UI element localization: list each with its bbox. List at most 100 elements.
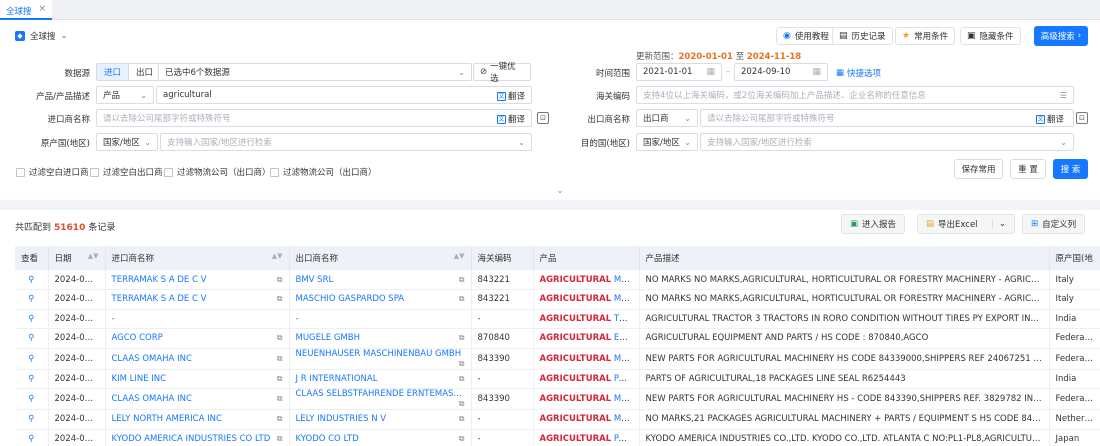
importer-cell[interactable]: CLAAS OMAHA INC ⧉ [105,348,290,370]
exporter-cell[interactable]: MASCHIO GASPARDO SPA ⧉ [289,289,472,310]
view-cell[interactable]: ⚲ [15,328,49,349]
copy-icon[interactable]: ⧉ [459,434,465,444]
table-row[interactable]: ⚲ 2024-09-10 KYODO AMERICA INDUSTRIES CO L… [15,429,1100,446]
destination-input[interactable]: 支持输入国家/地区进行检索 ⌄ [700,133,1074,151]
copy-icon[interactable]: ⧉ [277,374,283,384]
sort-icon[interactable]: ▲▼ [454,252,465,260]
one-click-button[interactable]: ⊘ 一键优选 [473,62,531,84]
datasource-select[interactable]: 已选中6个数据源 ⌄ [158,63,472,81]
view-cell[interactable]: ⚲ [15,369,49,389]
copy-icon[interactable]: ⧉ [459,275,465,285]
col-exporter[interactable]: 出口商名称 ▲▼ [289,246,472,270]
exporter-cell[interactable]: LELY INDUSTRIES N V ⧉ [289,409,472,430]
product-input[interactable]: agricultural [156,86,532,104]
table-row[interactable]: ⚲ 2024-09-10 TERRAMAK S A DE C V ⧉ MASCHIO G… [15,289,1100,310]
importer-name[interactable]: CLAAS OMAHA INC [112,354,192,364]
copy-icon[interactable]: ⧉ [277,354,283,364]
col-importer[interactable]: 进口商名称 ▲▼ [105,246,290,270]
exporter-cell[interactable]: - [289,309,472,329]
exporter-cell[interactable]: J R INTERNATIONAL ⧉ [289,369,472,389]
copy-icon[interactable]: ⧉ [277,434,283,444]
importer-cell[interactable]: TERRAMAK S A DE C V ⧉ [105,270,290,290]
importer-name[interactable]: - [112,314,115,324]
sort-icon[interactable]: ▲▼ [272,252,283,260]
importer-name[interactable]: CLAAS OMAHA INC [112,394,192,404]
exporter-cell[interactable]: MUGELE GMBH ⧉ [289,328,472,349]
importer-cell[interactable]: - [105,309,290,329]
search-button[interactable]: 搜 索 [1053,159,1088,179]
date-end-input[interactable]: 2024-09-10 ▦ [734,63,828,81]
history-button[interactable]: ▤ 历史记录 [832,27,893,45]
copy-icon[interactable]: ⧉ [459,333,465,343]
exporter-name[interactable]: BMV SRL [296,275,334,285]
view-cell[interactable]: ⚲ [15,388,49,410]
col-date[interactable]: 日期 ▲▼ [48,246,106,270]
filter-empty-importer-checkbox[interactable]: 过滤空白进口商 [16,166,89,178]
exporter-type-select[interactable]: 出口商 ⌄ [636,109,698,127]
advanced-search-button[interactable]: 高级搜索 › [1034,26,1088,46]
copy-icon[interactable]: ⧉ [459,399,465,409]
exporter-name[interactable]: - [296,314,299,324]
table-row[interactable]: ⚲ 2024-09-10 CLAAS OMAHA INC ⧉ NEUENHAUSER M… [15,348,1100,370]
view-cell[interactable]: ⚲ [15,289,49,310]
importer-name[interactable]: LELY NORTH AMERICA INC [112,414,222,424]
origin-input[interactable]: 支持输入国家/地区进行检索 ⌄ [160,133,532,151]
custom-columns-button[interactable]: ⊞ 自定义列 [1022,214,1086,234]
chevron-down-icon[interactable]: ⌄ [991,219,1006,229]
table-row[interactable]: ⚲ 2024-09-10 TERRAMAK S A DE C V ⧉ BMV SRL ⧉ 8… [15,270,1100,290]
exporter-name[interactable]: MUGELE GMBH [296,333,360,343]
view-cell[interactable]: ⚲ [15,309,49,329]
magnifier-icon[interactable]: ⚲ [28,294,34,304]
exporter-cell[interactable]: CLAAS SELBSTFAHRENDE ERNTEMASC... ⧉ [289,388,472,410]
product-type-select[interactable]: 产品 ⌄ [96,86,154,104]
tutorial-button[interactable]: ◉ 使用教程 [776,27,836,45]
close-icon[interactable]: × [38,4,46,14]
magnifier-icon[interactable]: ⚲ [28,314,34,324]
copy-icon[interactable]: ⧉ [277,294,283,304]
common-conditions-button[interactable]: ★ 常用条件 [895,27,956,45]
export-excel-button[interactable]: ▤ 导出Excel ⌄ [917,214,1015,234]
importer-cell[interactable]: KYODO AMERICA INDUSTRIES CO LTD ⧉ [105,429,290,446]
magnifier-icon[interactable]: ⚲ [28,374,34,384]
importer-cell[interactable]: AGCO CORP ⧉ [105,328,290,349]
importer-input[interactable]: 请以去除公司尾部字符或特殊符号 [96,109,532,127]
view-cell[interactable]: ⚲ [15,270,49,290]
filter-logistics-checkbox-2[interactable]: 过滤物流公司（出口商） [270,166,377,178]
filter-empty-exporter-checkbox[interactable]: 过滤空白出口商 [90,166,163,178]
importer-name[interactable]: TERRAMAK S A DE C V [112,275,207,285]
filter-logistics-checkbox-1[interactable]: 过滤物流公司（出口商） [164,166,271,178]
exporter-input[interactable]: 请以去除公司尾部字符或特殊符号 [700,109,1074,127]
importer-cell[interactable]: LELY NORTH AMERICA INC ⧉ [105,409,290,430]
magnifier-icon[interactable]: ⚲ [28,275,34,285]
table-row[interactable]: ⚲2024-09-10---AGRICULTURAL TRAC...AGRICU… [15,309,1100,329]
import-tab[interactable]: 进口 [97,64,130,80]
destination-type-select[interactable]: 国家/地区 ⌄ [636,133,698,151]
importer-cell[interactable]: TERRAMAK S A DE C V ⧉ [105,289,290,310]
importer-name[interactable]: TERRAMAK S A DE C V [112,294,207,304]
list-icon[interactable]: ☰ [1060,91,1067,100]
exporter-cell[interactable]: BMV SRL ⧉ [289,270,472,290]
hide-conditions-button[interactable]: ▣ 隐藏条件 [960,27,1021,45]
copy-icon[interactable]: ⧉ [459,294,465,304]
view-cell[interactable]: ⚲ [15,348,49,370]
report-button[interactable]: ▣ 进入报告 [841,214,906,234]
magnifier-icon[interactable]: ⚲ [28,394,34,404]
settings-icon[interactable]: ⊡ [537,112,549,124]
exporter-name[interactable]: MASCHIO GASPARDO SPA [296,294,405,304]
exporter-name[interactable]: J R INTERNATIONAL [296,374,378,384]
translate-button[interactable]: 文 翻译 [497,90,525,102]
importer-name[interactable]: KIM LINE INC [112,374,167,384]
settings-icon[interactable]: ⊡ [1076,112,1088,124]
copy-icon[interactable]: ⧉ [277,414,283,424]
table-row[interactable]: ⚲ 2024-09-10 AGCO CORP ⧉ MUGELE GMBH ⧉ 870840 A… [15,328,1100,349]
importer-cell[interactable]: CLAAS OMAHA INC ⧉ [105,388,290,410]
date-start-input[interactable]: 2021-01-01 ▦ [636,63,722,81]
exporter-name[interactable]: LELY INDUSTRIES N V [296,414,387,424]
origin-type-select[interactable]: 国家/地区 ⌄ [96,133,158,151]
copy-icon[interactable]: ⧉ [459,359,465,369]
magnifier-icon[interactable]: ⚲ [28,354,34,364]
magnifier-icon[interactable]: ⚲ [28,333,34,343]
sort-icon[interactable]: ▲▼ [88,252,99,260]
copy-icon[interactable]: ⧉ [459,414,465,424]
exporter-cell[interactable]: KYODO CO LTD ⧉ [289,429,472,446]
